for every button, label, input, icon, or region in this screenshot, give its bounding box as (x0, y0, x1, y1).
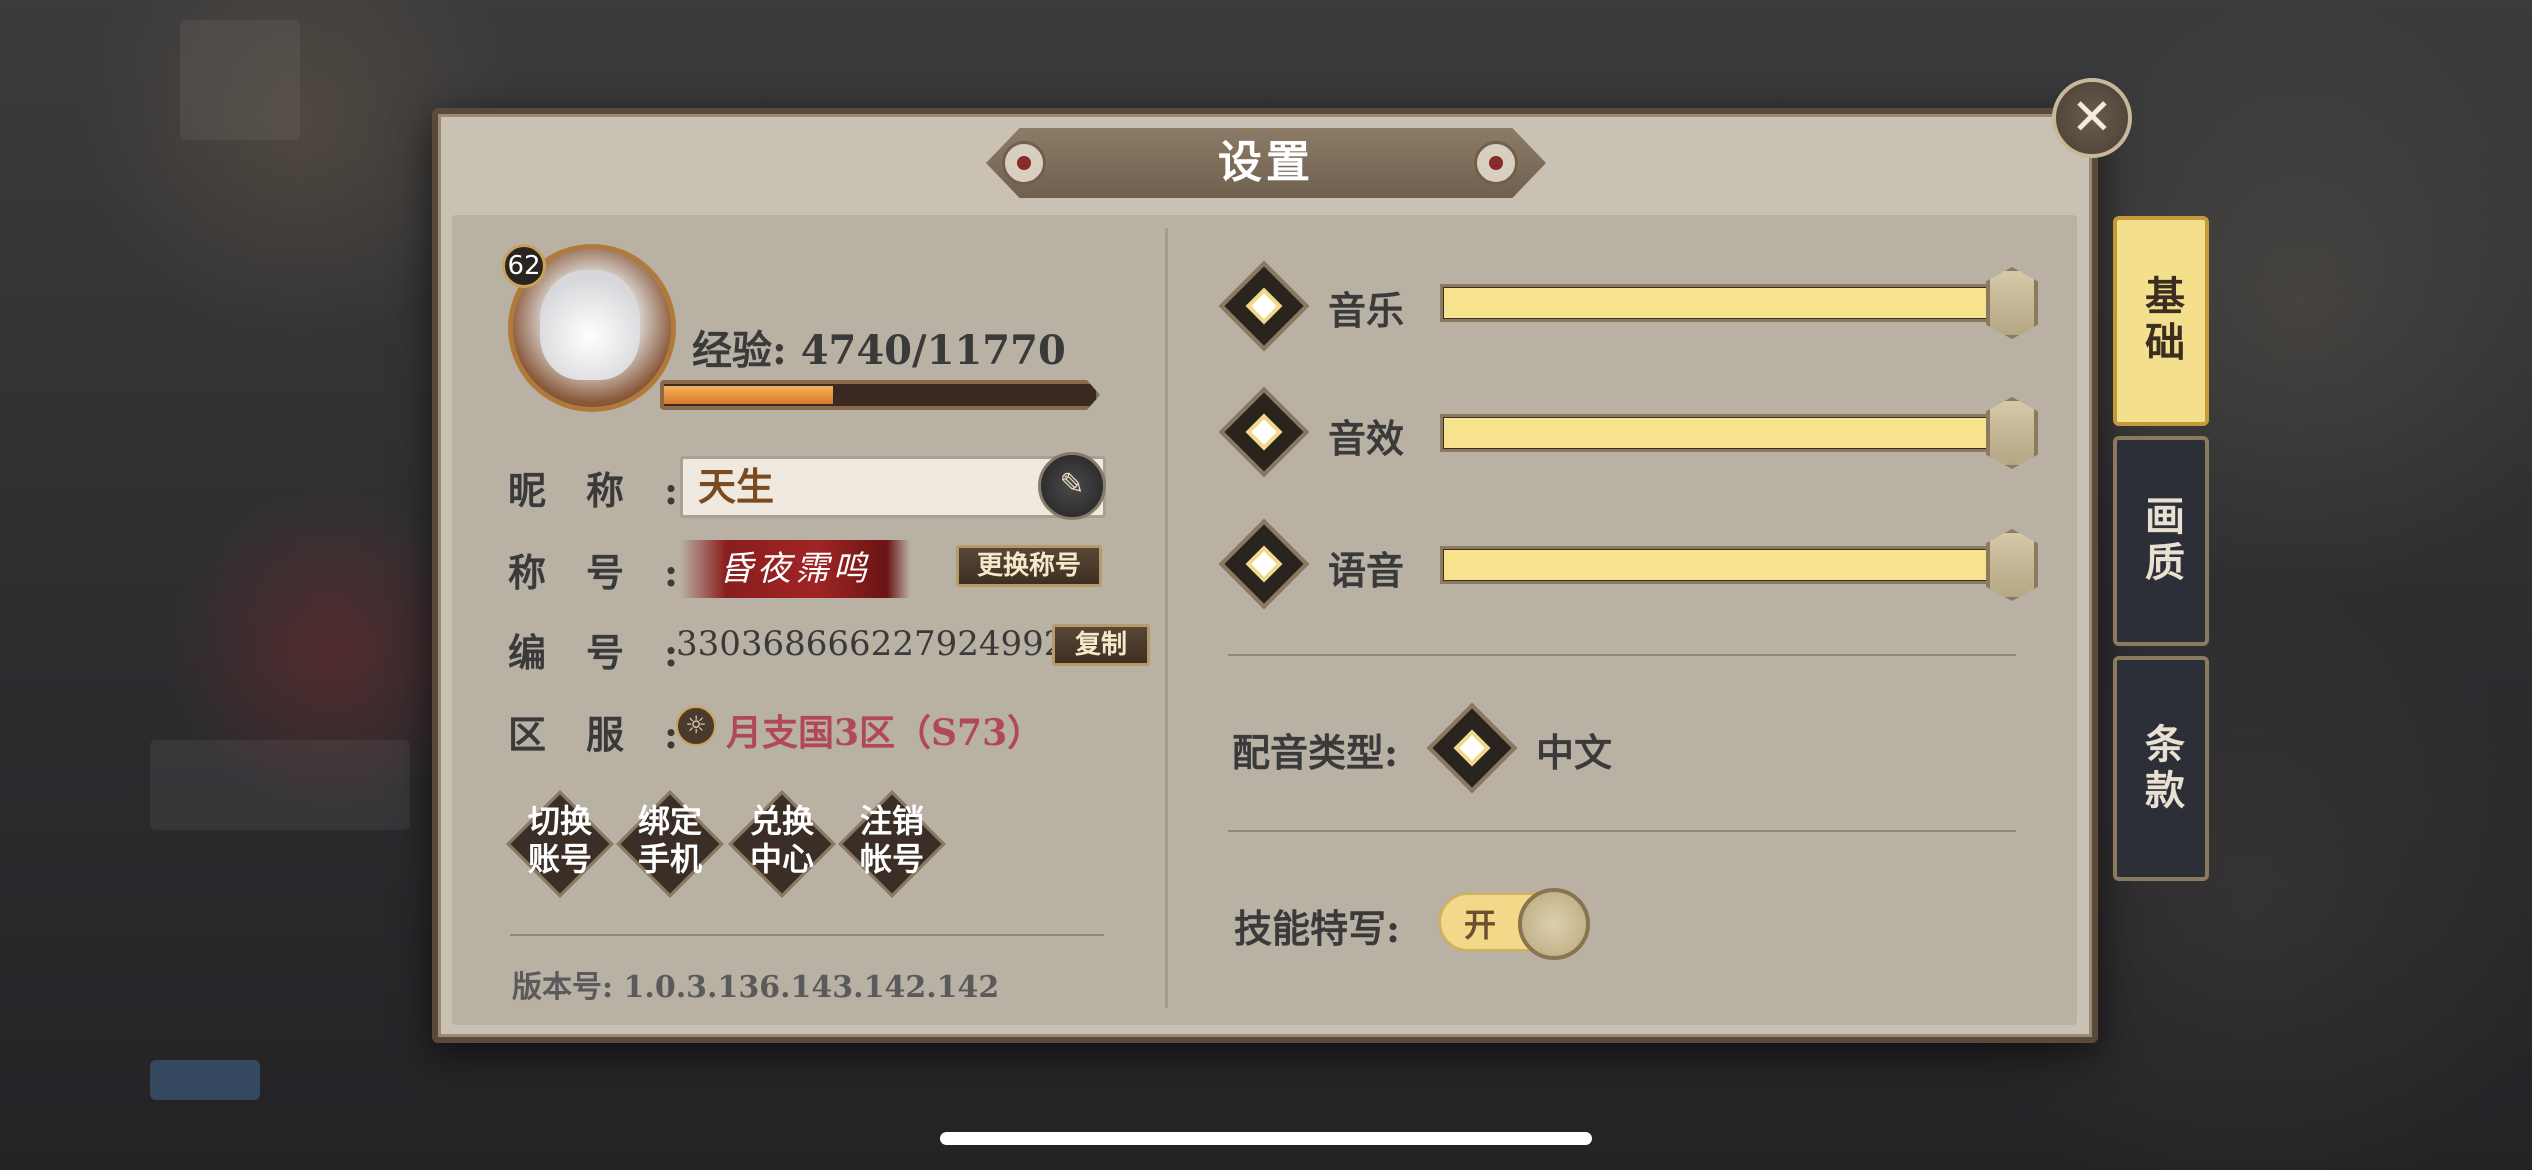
id-label: 编号: (508, 630, 679, 675)
music-slider-knob[interactable] (1986, 267, 2038, 339)
home-indicator (940, 1132, 1592, 1145)
skill-closeup-toggle-knob[interactable] (1518, 888, 1590, 960)
redeem-center-button[interactable]: 兑换 中心 (728, 790, 836, 898)
music-diamond-icon (1218, 260, 1310, 352)
left-divider (510, 934, 1104, 936)
bg-chat-badge (150, 1060, 260, 1100)
server-value: 月支国3区（S73） (726, 712, 1044, 754)
skill-closeup-label: 技能特写: (1234, 906, 1401, 951)
voice-label: 语音 (1328, 548, 1405, 593)
voice-slider-knob[interactable] (1986, 529, 2038, 601)
nickname-label: 昵称: (508, 468, 679, 513)
sfx-slider-fill (1444, 418, 1996, 448)
avatar-portrait (540, 270, 640, 380)
title-badge: 昏夜霈鸣 (680, 540, 910, 598)
delete-account-button[interactable]: 注销 帐号 (838, 790, 946, 898)
level-badge: 62 (502, 244, 546, 288)
right-divider-1 (1228, 654, 2016, 656)
switch-account-label: 切换 账号 (527, 802, 592, 878)
voice-slider-fill (1444, 550, 1996, 580)
player-id-value: 3303686662279249920 (676, 624, 1088, 664)
tab-basic[interactable]: 基础 (2113, 216, 2209, 426)
server-label: 区服: (508, 712, 679, 757)
bind-phone-button[interactable]: 绑定 手机 (616, 790, 724, 898)
exp-label: 经验: 4740/11770 (692, 327, 1066, 374)
nickname-value: 天生 (698, 464, 775, 509)
delete-account-label: 注销 帐号 (859, 802, 924, 878)
voice-type-value[interactable]: 中文 (1536, 722, 1612, 777)
voice-type-diamond-icon[interactable] (1426, 702, 1518, 794)
section-divider (1165, 228, 1168, 1008)
tab-graphics[interactable]: 画质 (2113, 436, 2209, 646)
sfx-label: 音效 (1328, 416, 1405, 461)
bind-phone-label: 绑定 手机 (637, 802, 702, 878)
sfx-diamond-icon (1218, 386, 1310, 478)
music-label: 音乐 (1328, 288, 1405, 333)
dialog-title: 设置 (1218, 137, 1314, 188)
voice-type-label: 配音类型: (1232, 730, 1399, 775)
skill-closeup-state: 开 (1464, 906, 1497, 944)
edit-nickname-pen-icon[interactable]: ✎ (1038, 452, 1106, 520)
title-label: 称号: (508, 550, 679, 595)
tab-terms[interactable]: 条款 (2113, 656, 2209, 881)
sfx-slider-knob[interactable] (1986, 397, 2038, 469)
voice-diamond-icon (1218, 518, 1310, 610)
server-icon: ☼ (676, 706, 716, 746)
exp-bar-fill (664, 386, 833, 404)
version-text: 版本号: 1.0.3.136.143.142.142 (512, 970, 1000, 1005)
music-slider-fill (1444, 288, 1996, 318)
right-divider-2 (1228, 830, 2016, 832)
switch-account-button[interactable]: 切换 账号 (506, 790, 614, 898)
copy-button[interactable]: 复制 (1052, 624, 1150, 666)
change-title-button[interactable]: 更换称号 (956, 545, 1102, 587)
close-button[interactable]: ✕ (2052, 78, 2132, 158)
redeem-center-label: 兑换 中心 (749, 802, 814, 878)
bg-avatar-frame (180, 20, 300, 140)
bg-panel-block (150, 740, 410, 830)
